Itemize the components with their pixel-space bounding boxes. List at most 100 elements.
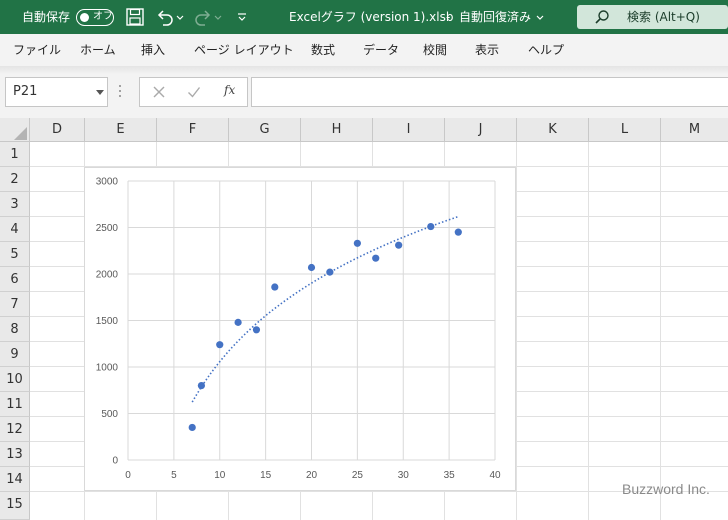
excel-window: 自動保存 オフ Excelグラフ (version 1).xlsb - 自動回復… [0, 0, 728, 520]
gridline [588, 142, 589, 520]
data-point [216, 341, 224, 349]
menu-page-layout[interactable]: ページ レイアウト [194, 34, 294, 66]
column-header-f[interactable]: F [157, 118, 229, 142]
ribbon-menu: ファイル ホーム 挿入 ページ レイアウト 数式 データ 校閲 表示 ヘルプ [0, 34, 728, 66]
name-box[interactable]: P21 [5, 77, 108, 107]
y-tick-label: 500 [101, 409, 118, 420]
x-tick-label: 0 [125, 470, 131, 481]
name-box-chevron-down-icon[interactable] [96, 90, 104, 95]
watermark: Buzzword Inc. [622, 481, 710, 497]
gridline [660, 142, 661, 520]
data-point [252, 326, 261, 334]
formula-input[interactable] [251, 77, 728, 107]
row-header-2[interactable]: 2 [0, 167, 30, 192]
y-tick-label: 1500 [96, 316, 119, 327]
customize-toolbar-icon[interactable] [236, 7, 248, 27]
x-tick-label: 40 [489, 470, 501, 481]
data-point [197, 382, 205, 390]
data-point [353, 239, 361, 247]
autosave-toggle[interactable]: オフ [76, 9, 114, 26]
row-header-10[interactable]: 10 [0, 367, 30, 392]
menu-help[interactable]: ヘルプ [528, 34, 564, 66]
menu-view[interactable]: 表示 [475, 34, 499, 66]
data-point [234, 318, 242, 326]
row-header-5[interactable]: 5 [0, 242, 30, 267]
column-header-k[interactable]: K [517, 118, 589, 142]
redo-dropdown-chevron-down-icon[interactable] [213, 7, 223, 27]
x-tick-label: 15 [260, 470, 272, 481]
autorecover-status[interactable]: 自動回復済み [459, 0, 531, 34]
column-header-h[interactable]: H [301, 118, 373, 142]
row-header-11[interactable]: 11 [0, 392, 30, 417]
row-header-13[interactable]: 13 [0, 442, 30, 467]
search-icon [595, 10, 609, 24]
x-tick-label: 35 [444, 470, 456, 481]
row-header-12[interactable]: 12 [0, 417, 30, 442]
status-chevron-down-icon[interactable] [535, 7, 545, 27]
x-tick-label: 25 [352, 470, 364, 481]
column-header-l[interactable]: L [589, 118, 661, 142]
row-header-6[interactable]: 6 [0, 267, 30, 292]
row-header-15[interactable]: 15 [0, 492, 30, 520]
y-tick-label: 3000 [96, 177, 119, 188]
row-header-4[interactable]: 4 [0, 217, 30, 242]
data-point [454, 228, 462, 236]
data-point [427, 222, 435, 231]
data-point [271, 283, 279, 291]
menu-formulas[interactable]: 数式 [311, 34, 335, 66]
data-point [395, 241, 403, 249]
row-header-14[interactable]: 14 [0, 467, 30, 492]
undo-dropdown-chevron-down-icon[interactable] [175, 7, 185, 27]
data-point [372, 254, 380, 262]
ribbon-divider [0, 66, 728, 74]
menu-review[interactable]: 校閲 [423, 34, 447, 66]
insert-function-icon[interactable]: fx [224, 83, 235, 97]
y-tick-label: 0 [112, 456, 118, 467]
data-point [188, 423, 196, 432]
menu-file[interactable]: ファイル [13, 34, 61, 66]
column-header-j[interactable]: J [445, 118, 517, 142]
y-tick-label: 1000 [96, 363, 119, 374]
column-header-g[interactable]: G [229, 118, 301, 142]
formula-buttons: fx [139, 77, 248, 107]
row-header-3[interactable]: 3 [0, 192, 30, 217]
column-header-d[interactable]: D [30, 118, 85, 142]
save-icon[interactable] [125, 7, 145, 27]
x-tick-label: 5 [171, 470, 177, 481]
column-header-i[interactable]: I [373, 118, 445, 142]
row-header-8[interactable]: 8 [0, 317, 30, 342]
title-separator: - [446, 10, 451, 24]
data-point [326, 268, 334, 276]
autosave-toggle-label: オフ [93, 11, 113, 22]
y-tick-label: 2000 [96, 270, 119, 281]
data-point [307, 263, 316, 272]
column-headers: D E F G H I J K L M [0, 118, 728, 142]
toggle-knob-icon [80, 12, 89, 22]
chart-plot: 0 5 10 15 20 25 30 35 40 0 500 1000 1500 2000 2500 300… [96, 177, 501, 482]
search-label: 検索 (Alt+Q) [627, 10, 700, 24]
menu-home[interactable]: ホーム [80, 34, 116, 66]
formula-bar: P21 fx [0, 74, 728, 118]
confirm-check-icon[interactable] [187, 85, 201, 99]
row-header-7[interactable]: 7 [0, 292, 30, 317]
cancel-icon[interactable] [152, 85, 166, 99]
column-header-m[interactable]: M [661, 118, 728, 142]
scatter-chart[interactable]: 0 5 10 15 20 25 30 35 40 0 500 1000 1500 2000 2500 300… [84, 167, 516, 491]
redo-icon[interactable] [193, 7, 213, 27]
row-header-9[interactable]: 9 [0, 342, 30, 367]
menu-insert[interactable]: 挿入 [141, 34, 165, 66]
menu-data[interactable]: データ [363, 34, 399, 66]
file-name: Excelグラフ (version 1).xlsb [289, 10, 454, 24]
row-header-1[interactable]: 1 [0, 142, 30, 167]
x-tick-label: 20 [306, 470, 318, 481]
x-tick-label: 30 [398, 470, 410, 481]
autosave-label: 自動保存 [22, 10, 71, 24]
trendline[interactable] [191, 215, 459, 403]
select-all-triangle-icon [14, 127, 27, 140]
column-header-e[interactable]: E [85, 118, 157, 142]
undo-icon[interactable] [155, 7, 175, 27]
x-tick-label: 10 [214, 470, 226, 481]
formula-bar-grip-icon[interactable] [118, 83, 122, 99]
search-box[interactable]: 検索 (Alt+Q) [577, 5, 728, 29]
select-all-button[interactable] [0, 118, 30, 142]
